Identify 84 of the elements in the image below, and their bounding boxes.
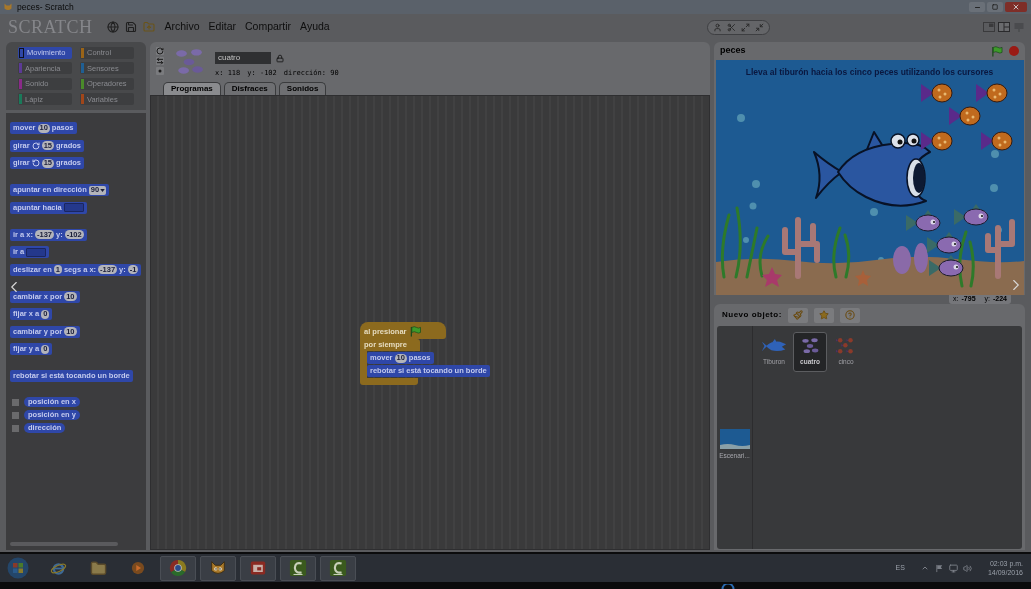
tab[interactable]: Sonidos: [278, 82, 327, 95]
caret-icon: [100, 188, 106, 192]
coral: [781, 217, 820, 279]
turn-left-icon: [31, 159, 40, 167]
rotate-icon[interactable]: [156, 47, 164, 55]
seaweed: [957, 230, 975, 288]
fish: [928, 255, 963, 277]
split-view-icon[interactable]: [998, 22, 1010, 32]
turn-right-icon: [31, 141, 40, 150]
star-icon: [818, 310, 829, 320]
chevron-up-icon[interactable]: [920, 564, 929, 572]
folder-icon: [89, 559, 107, 577]
globe-icon[interactable]: [106, 21, 119, 33]
seascape-icon: [719, 429, 750, 450]
stage-title: peces: [720, 44, 746, 58]
maximize-icon: [992, 4, 998, 10]
fish: [920, 131, 952, 151]
flag-icon: [991, 45, 1003, 57]
question-icon: [844, 310, 855, 320]
fish: [980, 131, 1012, 151]
paint-sprite-button[interactable]: [787, 307, 808, 323]
close-icon: [1012, 3, 1020, 11]
sprite-name-field[interactable]: cuatro: [215, 52, 271, 64]
taskbar-button[interactable]: [240, 555, 276, 581]
tab[interactable]: Programas: [163, 82, 221, 95]
bubble: [736, 114, 745, 122]
small-stage-icon[interactable]: [983, 22, 995, 32]
dot-icon[interactable]: [156, 67, 164, 75]
seaweed: [831, 226, 850, 279]
window-title: peces- Scratch: [17, 0, 74, 14]
choose-sprite-button[interactable]: [813, 307, 834, 323]
surprise-sprite-button[interactable]: [839, 307, 860, 323]
taskbar-button[interactable]: [280, 555, 316, 581]
fish: [920, 83, 952, 103]
cat-icon: [209, 559, 227, 577]
stop-icon[interactable]: [1009, 46, 1019, 56]
close-button[interactable]: [1005, 2, 1027, 12]
bubble: [869, 208, 878, 216]
fish: [926, 232, 961, 254]
checkbox[interactable]: [12, 424, 19, 432]
starfish: [854, 270, 871, 286]
bubble: [749, 202, 756, 210]
checkbox[interactable]: [12, 398, 19, 406]
bubble: [742, 237, 749, 243]
stage-message: Lleva al tiburón hacia los cinco peces utilizando los cursores: [745, 66, 994, 79]
window-icon: [250, 560, 266, 576]
volume-icon[interactable]: [962, 563, 972, 573]
sponge: [892, 243, 928, 274]
start-orb-icon[interactable]: [7, 557, 29, 579]
network-icon[interactable]: [948, 563, 958, 573]
brush-icon: [792, 310, 803, 320]
flag-icon: [409, 326, 421, 337]
lock-icon[interactable]: [276, 53, 284, 63]
play-icon: [131, 561, 145, 575]
app-logo-icon: [329, 559, 347, 577]
bubble: [990, 150, 999, 158]
fish: [953, 204, 988, 226]
app-logo-icon: [289, 559, 307, 577]
fish: [948, 106, 980, 126]
taskbar-button[interactable]: [200, 555, 236, 581]
save-icon[interactable]: [124, 21, 137, 33]
minimize-button[interactable]: [969, 2, 985, 12]
fish: [975, 83, 1007, 103]
tricolor-circle-icon: [169, 559, 187, 577]
shrink-icon[interactable]: [755, 22, 764, 32]
flag-icon[interactable]: [934, 563, 944, 573]
new-sprite-label: Nuevo objeto:: [722, 309, 782, 321]
bubble: [989, 184, 998, 192]
taskbar-button[interactable]: [320, 555, 356, 581]
dropdown-slot[interactable]: [26, 247, 47, 257]
left-right-arrows-icon[interactable]: [156, 57, 164, 65]
starfish: [761, 267, 782, 287]
tab[interactable]: Disfraces: [223, 82, 276, 95]
checkbox[interactable]: [12, 411, 19, 419]
bubble: [751, 180, 760, 188]
person-icon[interactable]: [713, 22, 722, 32]
grow-icon[interactable]: [741, 22, 750, 32]
cat-icon: [3, 2, 13, 12]
dropdown-slot[interactable]: [63, 203, 84, 212]
maximize-button[interactable]: [987, 2, 1003, 12]
coral: [984, 219, 1015, 279]
fish: [905, 210, 940, 232]
scissors-icon[interactable]: [727, 22, 736, 32]
arc-icon: [721, 584, 735, 589]
